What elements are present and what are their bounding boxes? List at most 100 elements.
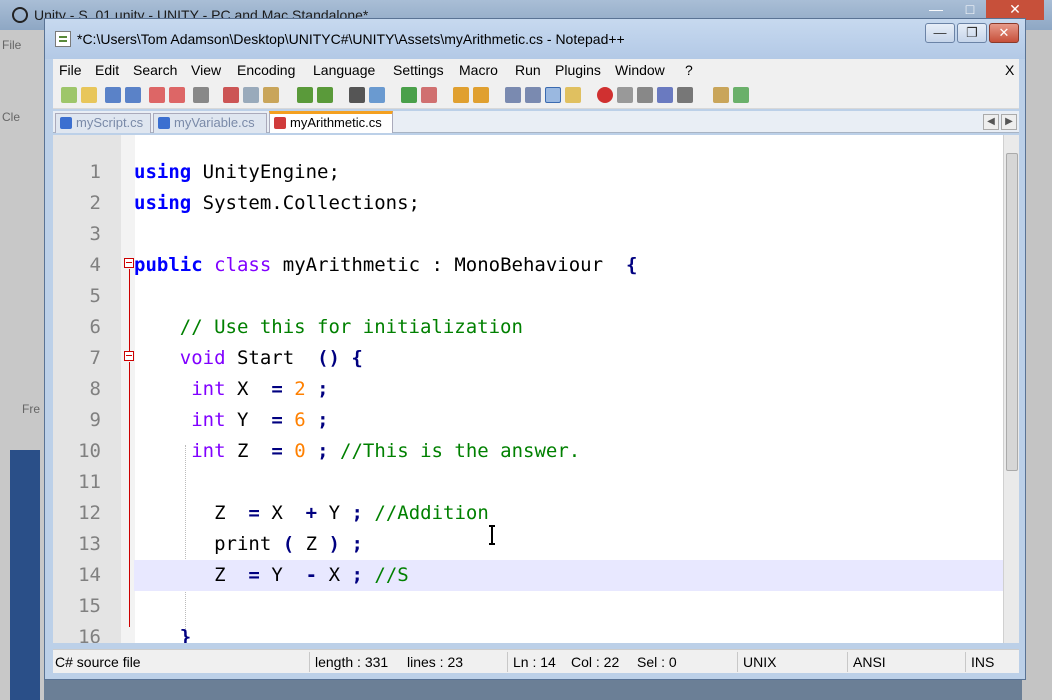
code-token: = — [271, 409, 283, 431]
tab-myarithmetic[interactable]: myArithmetic.cs — [269, 111, 393, 133]
sync-vertical-icon[interactable] — [453, 87, 469, 103]
minimize-icon[interactable]: — — [918, 0, 954, 20]
new-file-icon[interactable] — [61, 87, 77, 103]
menu-macro[interactable]: Macro — [459, 62, 498, 78]
sync-horizontal-icon[interactable] — [473, 87, 489, 103]
status-file-type: C# source file — [55, 654, 141, 670]
code-line[interactable]: 5 — [53, 281, 1003, 312]
save-icon[interactable] — [105, 87, 121, 103]
code-token: ( — [282, 533, 295, 555]
notepad-icon — [55, 31, 71, 47]
undo-icon[interactable] — [297, 87, 313, 103]
cut-icon[interactable] — [223, 87, 239, 103]
menu-language[interactable]: Language — [313, 62, 375, 78]
code-line[interactable]: 1 using UnityEngine; — [53, 157, 1003, 188]
find-icon[interactable] — [349, 87, 365, 103]
code-line[interactable]: 3 — [53, 219, 1003, 250]
word-wrap-icon[interactable] — [505, 87, 521, 103]
code-line[interactable]: 6 // Use this for initialization — [53, 312, 1003, 343]
vertical-scrollbar[interactable] — [1003, 135, 1019, 643]
menu-file[interactable]: File — [59, 62, 82, 78]
replace-icon[interactable] — [369, 87, 385, 103]
code-line[interactable]: 16 } — [53, 622, 1003, 643]
code-token: Z — [134, 502, 237, 524]
menu-settings[interactable]: Settings — [393, 62, 444, 78]
menu-edit[interactable]: Edit — [95, 62, 119, 78]
tab-myscript[interactable]: myScript.cs — [55, 113, 151, 133]
tab-scroll-right-icon[interactable]: ▶ — [1001, 114, 1017, 130]
code-line[interactable]: 12 Z = X + Y ; //Addition — [53, 498, 1003, 529]
code-token: ; — [317, 440, 329, 462]
close-icon[interactable]: ✕ — [986, 0, 1044, 20]
record-macro-icon[interactable] — [597, 87, 613, 103]
menu-view[interactable]: View — [191, 62, 221, 78]
code-line[interactable]: 10 int Z = 0 ; //This is the answer. — [53, 436, 1003, 467]
menu-window[interactable]: Window — [615, 62, 665, 78]
open-file-icon[interactable] — [81, 87, 97, 103]
code-line[interactable]: 4 public class myArithmetic : MonoBehavio… — [53, 250, 1003, 281]
unity-console-clear[interactable]: Cle — [2, 110, 20, 124]
code-token: Y — [328, 502, 341, 524]
save-macro-icon[interactable] — [677, 87, 693, 103]
play-macro-icon[interactable] — [637, 87, 653, 103]
code-editor[interactable]: 1 using UnityEngine; 2 using System.Collect… — [53, 135, 1019, 643]
npp-close-button[interactable]: ✕ — [989, 23, 1019, 43]
code-token: //This is the answer. — [340, 440, 581, 462]
redo-icon[interactable] — [317, 87, 333, 103]
code-token: 6 — [294, 409, 306, 431]
tab-myvariable[interactable]: myVariable.cs — [153, 113, 267, 133]
run-macro-multiple-icon[interactable] — [657, 87, 673, 103]
npp-minimize-button[interactable]: — — [925, 23, 955, 43]
copy-icon[interactable] — [243, 87, 259, 103]
code-token: + — [305, 502, 318, 524]
menu-plugins[interactable]: Plugins — [555, 62, 601, 78]
code-text: print ( Z ) ; — [134, 533, 363, 555]
code-line[interactable]: 8 int X = 2 ; — [53, 374, 1003, 405]
code-text: int X = 2 ; — [134, 378, 328, 400]
code-token: System.Collections; — [202, 192, 420, 214]
code-token: Z — [305, 533, 318, 555]
stop-macro-icon[interactable] — [617, 87, 633, 103]
plugin-icon[interactable] — [713, 87, 729, 103]
menu-run[interactable]: Run — [515, 62, 541, 78]
status-bar: C# source file length : 331 lines : 23 L… — [53, 649, 1019, 673]
maximize-icon[interactable]: □ — [955, 0, 985, 20]
zoom-in-icon[interactable] — [401, 87, 417, 103]
status-encoding: ANSI — [853, 654, 886, 670]
tab-label: myArithmetic.cs — [290, 115, 382, 130]
indent-guide-icon[interactable] — [545, 87, 561, 103]
paste-icon[interactable] — [263, 87, 279, 103]
menu-encoding[interactable]: Encoding — [237, 62, 295, 78]
menu-search[interactable]: Search — [133, 62, 177, 78]
code-token: 0 — [294, 440, 306, 462]
code-line[interactable]: 13 print ( Z ) ; — [53, 529, 1003, 560]
tab-scroll-left-icon[interactable]: ◀ — [983, 114, 999, 130]
code-text: int Y = 6 ; — [134, 409, 328, 431]
print-icon[interactable] — [193, 87, 209, 103]
npp-restore-button[interactable]: ❐ — [957, 23, 987, 43]
spell-check-icon[interactable] — [733, 87, 749, 103]
scrollbar-thumb[interactable] — [1006, 153, 1018, 471]
code-line[interactable]: 9 int Y = 6 ; — [53, 405, 1003, 436]
menubar: File Edit Search View Encoding Language … — [53, 59, 1019, 81]
udl-icon[interactable] — [565, 87, 581, 103]
menu-help[interactable]: ? — [685, 62, 693, 78]
show-all-chars-icon[interactable] — [525, 87, 541, 103]
zoom-out-icon[interactable] — [421, 87, 437, 103]
line-number: 16 — [78, 626, 101, 643]
menu-close-document[interactable]: X — [1005, 62, 1014, 78]
code-line[interactable]: 11 — [53, 467, 1003, 498]
close-file-icon[interactable] — [149, 87, 165, 103]
line-number: 10 — [78, 440, 101, 462]
code-token: } — [134, 626, 192, 643]
code-line[interactable]: 15 — [53, 591, 1003, 622]
unity-menu-file[interactable]: File — [2, 38, 21, 52]
save-all-icon[interactable] — [125, 87, 141, 103]
status-lines: lines : 23 — [407, 654, 464, 670]
code-line[interactable]: 7 void Start () { — [53, 343, 1003, 374]
close-all-icon[interactable] — [169, 87, 185, 103]
code-text: using UnityEngine; — [134, 161, 340, 183]
code-line[interactable]: 2 using System.Collections; — [53, 188, 1003, 219]
line-number: 8 — [89, 378, 101, 400]
code-line[interactable]: 14 Z = Y - X ; //S — [53, 560, 1003, 591]
